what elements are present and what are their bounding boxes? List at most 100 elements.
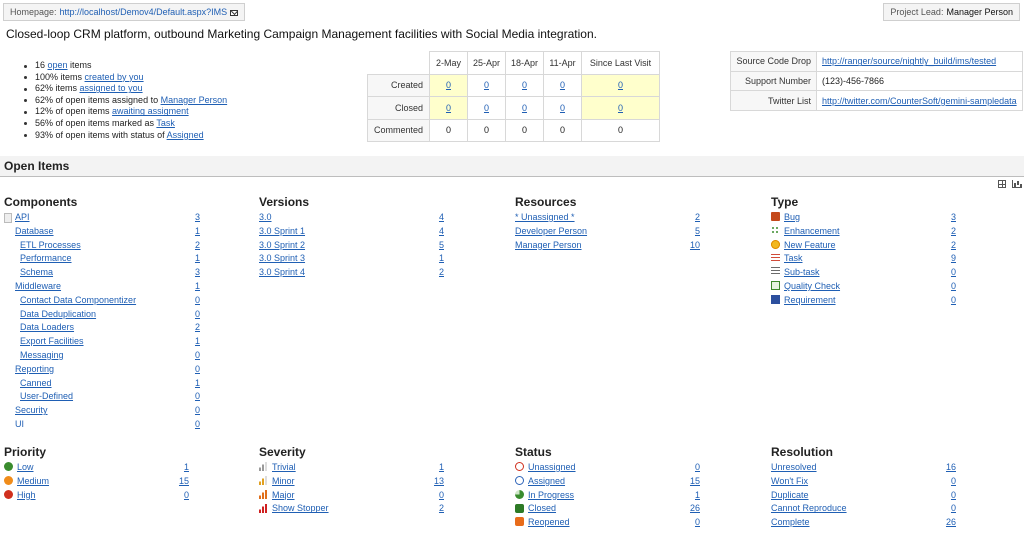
type-item-label[interactable]: Task bbox=[771, 252, 803, 266]
resources-item-label[interactable]: * Unassigned * bbox=[515, 211, 575, 225]
components-item-text[interactable]: Messaging bbox=[20, 350, 64, 360]
stat-link[interactable]: created by you bbox=[85, 72, 144, 82]
priority-item-text[interactable]: Medium bbox=[17, 476, 49, 486]
components-item-label[interactable]: Data Deduplication bbox=[20, 308, 96, 322]
components-item-text[interactable]: User-Defined bbox=[20, 391, 73, 401]
status-item-label[interactable]: Unassigned bbox=[515, 461, 576, 475]
components-item-count[interactable]: 0 bbox=[195, 418, 200, 432]
status-item-text[interactable]: Reopened bbox=[528, 517, 570, 527]
type-item-count[interactable]: 0 bbox=[951, 280, 956, 294]
type-item-text[interactable]: Task bbox=[784, 253, 803, 263]
components-item-count[interactable]: 1 bbox=[195, 335, 200, 349]
components-item-count[interactable]: 1 bbox=[195, 377, 200, 391]
components-item-label[interactable]: API bbox=[4, 211, 30, 225]
resolution-item-text[interactable]: Unresolved bbox=[771, 462, 817, 472]
type-item-label[interactable]: Enhancement bbox=[771, 225, 840, 239]
versions-item-text[interactable]: 3.0 Sprint 2 bbox=[259, 240, 305, 250]
status-item-label[interactable]: Closed bbox=[515, 502, 556, 516]
versions-item-label[interactable]: 3.0 bbox=[259, 211, 272, 225]
stat-link[interactable]: awaiting assigment bbox=[112, 106, 189, 116]
type-item-count[interactable]: 0 bbox=[951, 294, 956, 308]
type-item-text[interactable]: Quality Check bbox=[784, 281, 840, 291]
type-item-label[interactable]: Sub-task bbox=[771, 266, 820, 280]
components-item-label[interactable]: Data Loaders bbox=[20, 321, 74, 335]
resources-item-text[interactable]: * Unassigned * bbox=[515, 212, 575, 222]
severity-item-text[interactable]: Minor bbox=[272, 476, 295, 486]
versions-item-text[interactable]: 3.0 bbox=[259, 212, 272, 222]
resources-item-count[interactable]: 5 bbox=[695, 225, 700, 239]
components-item-count[interactable]: 1 bbox=[195, 280, 200, 294]
type-item-text[interactable]: Enhancement bbox=[784, 226, 840, 236]
resources-item-text[interactable]: Developer Person bbox=[515, 226, 587, 236]
versions-item-label[interactable]: 3.0 Sprint 2 bbox=[259, 239, 305, 253]
status-item-count[interactable]: 0 bbox=[695, 516, 700, 530]
severity-item-count[interactable]: 2 bbox=[439, 502, 444, 516]
resolution-item-label[interactable]: Duplicate bbox=[771, 489, 809, 503]
resolution-item-text[interactable]: Cannot Reproduce bbox=[771, 503, 847, 513]
type-item-count[interactable]: 2 bbox=[951, 225, 956, 239]
components-item-count[interactable]: 0 bbox=[195, 404, 200, 418]
resources-item-count[interactable]: 10 bbox=[690, 239, 700, 253]
versions-item-label[interactable]: 3.0 Sprint 4 bbox=[259, 266, 305, 280]
components-item-text[interactable]: Data Loaders bbox=[20, 322, 74, 332]
components-item-label[interactable]: Contact Data Componentizer bbox=[20, 294, 136, 308]
components-item-count[interactable]: 0 bbox=[195, 349, 200, 363]
resources-item-label[interactable]: Developer Person bbox=[515, 225, 587, 239]
components-item-label[interactable]: Schema bbox=[20, 266, 53, 280]
resolution-item-label[interactable]: Won't Fix bbox=[771, 475, 808, 489]
priority-item-text[interactable]: Low bbox=[17, 462, 34, 472]
info-link[interactable]: http://twitter.com/CounterSoft/gemini-sa… bbox=[822, 96, 1017, 106]
versions-item-count[interactable]: 5 bbox=[439, 239, 444, 253]
severity-item-count[interactable]: 1 bbox=[439, 461, 444, 475]
components-item-count[interactable]: 0 bbox=[195, 308, 200, 322]
status-item-count[interactable]: 15 bbox=[690, 475, 700, 489]
components-item-count[interactable]: 0 bbox=[195, 294, 200, 308]
resolution-item-text[interactable]: Duplicate bbox=[771, 490, 809, 500]
type-item-text[interactable]: Sub-task bbox=[784, 267, 820, 277]
activity-count-link[interactable]: 0 bbox=[522, 103, 527, 113]
stat-link[interactable]: Assigned bbox=[167, 130, 204, 140]
activity-count-link[interactable]: 0 bbox=[618, 80, 623, 90]
versions-item-count[interactable]: 4 bbox=[439, 225, 444, 239]
type-item-count[interactable]: 0 bbox=[951, 266, 956, 280]
grid-view-icon[interactable] bbox=[998, 180, 1006, 188]
components-item-label[interactable]: User-Defined bbox=[20, 390, 73, 404]
components-item-text[interactable]: Performance bbox=[20, 253, 72, 263]
resolution-item-label[interactable]: Unresolved bbox=[771, 461, 817, 475]
components-item-count[interactable]: 2 bbox=[195, 321, 200, 335]
resolution-item-text[interactable]: Won't Fix bbox=[771, 476, 808, 486]
versions-item-count[interactable]: 4 bbox=[439, 211, 444, 225]
components-item-label[interactable]: Messaging bbox=[20, 349, 64, 363]
priority-item-label[interactable]: Low bbox=[4, 461, 34, 475]
components-item-label[interactable]: Canned bbox=[20, 377, 52, 391]
components-item-text[interactable]: Reporting bbox=[15, 364, 54, 374]
status-item-text[interactable]: Closed bbox=[528, 503, 556, 513]
components-item-label[interactable]: Export Facilities bbox=[20, 335, 84, 349]
chart-view-icon[interactable] bbox=[1012, 180, 1021, 188]
type-item-text[interactable]: Requirement bbox=[784, 295, 836, 305]
activity-count-link[interactable]: 0 bbox=[446, 103, 451, 113]
status-item-text[interactable]: In Progress bbox=[528, 490, 574, 500]
versions-item-label[interactable]: 3.0 Sprint 3 bbox=[259, 252, 305, 266]
versions-item-label[interactable]: 3.0 Sprint 1 bbox=[259, 225, 305, 239]
status-item-text[interactable]: Unassigned bbox=[528, 462, 576, 472]
priority-item-text[interactable]: High bbox=[17, 490, 36, 500]
status-item-count[interactable]: 0 bbox=[695, 461, 700, 475]
email-icon[interactable] bbox=[230, 9, 239, 16]
severity-item-label[interactable]: Major bbox=[259, 489, 295, 503]
components-item-text[interactable]: Export Facilities bbox=[20, 336, 84, 346]
status-item-label[interactable]: Assigned bbox=[515, 475, 565, 489]
type-item-count[interactable]: 2 bbox=[951, 239, 956, 253]
components-item-count[interactable]: 0 bbox=[195, 390, 200, 404]
status-item-count[interactable]: 1 bbox=[695, 489, 700, 503]
components-item-label[interactable]: Security bbox=[15, 404, 48, 418]
resolution-item-count[interactable]: 0 bbox=[951, 489, 956, 503]
severity-item-label[interactable]: Minor bbox=[259, 475, 295, 489]
stat-link[interactable]: assigned to you bbox=[80, 83, 143, 93]
type-item-label[interactable]: Requirement bbox=[771, 294, 836, 308]
components-item-text[interactable]: Contact Data Componentizer bbox=[20, 295, 136, 305]
components-item-count[interactable]: 1 bbox=[195, 225, 200, 239]
resolution-item-label[interactable]: Cannot Reproduce bbox=[771, 502, 847, 516]
components-item-text[interactable]: Canned bbox=[20, 378, 52, 388]
status-item-label[interactable]: In Progress bbox=[515, 489, 574, 503]
